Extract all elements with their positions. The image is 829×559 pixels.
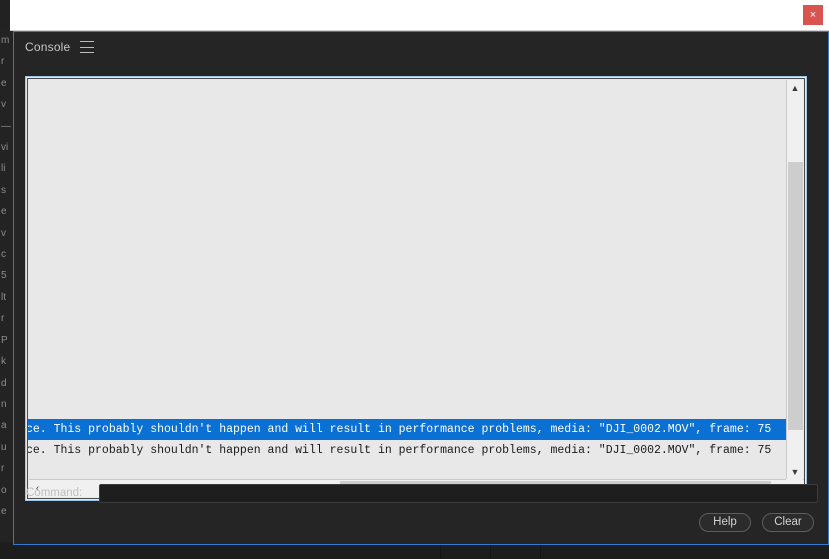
command-row: Command: [26,482,818,504]
close-icon[interactable]: × [803,5,823,25]
dialog-footer: Help Clear [699,513,814,532]
vertical-scrollbar[interactable]: ▲ ▼ [786,80,803,481]
console-log-text[interactable]: ce. This probably shouldn't happen and w… [28,79,788,462]
log-line[interactable]: ce. This probably shouldn't happen and w… [28,440,771,461]
vertical-scrollbar-thumb[interactable] [788,162,803,430]
page-title: Console [25,39,71,54]
log-line[interactable]: ce. This probably shouldn't happen and w… [28,419,788,440]
window-title-bar: × [10,0,829,31]
console-log-inner[interactable]: ce. This probably shouldn't happen and w… [27,78,805,499]
scroll-up-icon[interactable]: ▲ [787,80,803,97]
clear-button[interactable]: Clear [762,513,814,532]
command-input[interactable] [99,483,818,503]
console-log-area[interactable]: ce. This probably shouldn't happen and w… [25,76,807,501]
console-panel-header: Console [14,32,828,61]
command-label: Command: [26,487,83,499]
background-left-panel-fragment: m r e v — vi li s e v c 5 lt r Pk d n a u r o e [0,30,14,559]
console-dialog: Console ce. This probably shouldn't happ… [13,31,829,545]
menu-line [80,52,95,53]
menu-line [80,46,95,48]
menu-line [80,41,95,42]
help-button[interactable]: Help [699,513,751,532]
hamburger-menu-icon[interactable] [80,40,95,53]
